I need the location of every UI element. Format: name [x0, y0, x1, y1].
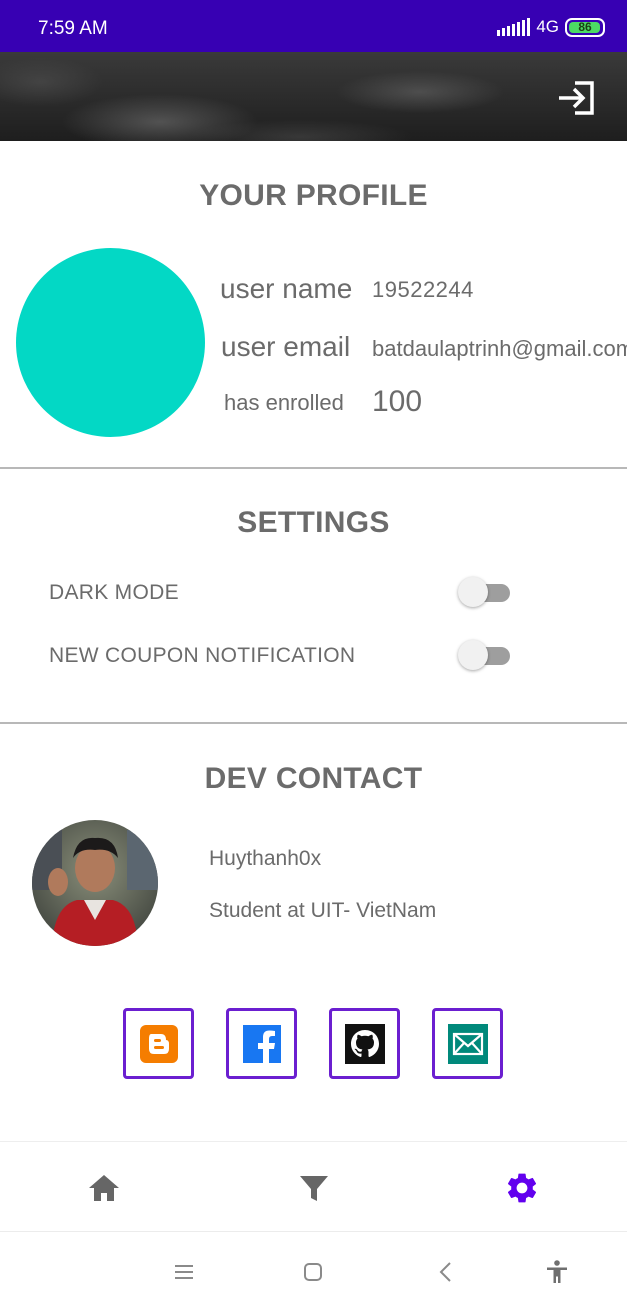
filter-icon[interactable]	[296, 1170, 332, 1206]
email-button[interactable]	[432, 1008, 503, 1079]
avatar	[16, 248, 205, 437]
status-bar: 7:59 AM 4G 86	[0, 0, 627, 52]
home-icon[interactable]	[86, 1170, 122, 1206]
email-label: user email	[221, 331, 351, 362]
email-icon	[447, 1023, 488, 1064]
back-icon[interactable]	[432, 1258, 460, 1286]
username-value: 19522244	[372, 277, 474, 302]
facebook-button[interactable]	[226, 1008, 297, 1079]
header-banner	[0, 52, 627, 141]
github-icon	[344, 1023, 385, 1064]
enrolled-label: has enrolled	[224, 390, 344, 415]
coupon-notification-toggle[interactable]	[458, 638, 510, 672]
blogger-icon	[139, 1024, 178, 1063]
email-value: batdaulaptrinh@gmail.com	[372, 336, 627, 361]
home-button-icon[interactable]	[299, 1258, 327, 1286]
divider	[0, 467, 627, 469]
dev-name: Huythanh0x	[209, 847, 322, 870]
divider	[0, 722, 627, 724]
bottom-navigation	[0, 1141, 627, 1231]
status-time: 7:59 AM	[38, 18, 108, 39]
blogger-button[interactable]	[123, 1008, 194, 1079]
status-icons: 4G 86	[497, 17, 605, 37]
settings-icon[interactable]	[504, 1170, 540, 1206]
dev-avatar	[32, 820, 158, 946]
dev-bio: Student at UIT- VietNam	[209, 899, 437, 922]
github-button[interactable]	[329, 1008, 400, 1079]
menu-icon[interactable]	[170, 1258, 198, 1286]
battery-level: 86	[578, 20, 592, 34]
dark-mode-toggle[interactable]	[458, 575, 510, 609]
accessibility-icon[interactable]	[543, 1258, 571, 1286]
network-type: 4G	[536, 17, 559, 36]
dev-contact-title: DEV CONTACT	[204, 762, 423, 795]
dark-mode-label: DARK MODE	[49, 581, 179, 604]
profile-title: YOUR PROFILE	[199, 179, 428, 212]
signal-icon	[497, 18, 531, 36]
battery-icon: 86	[565, 17, 605, 37]
username-label: user name	[220, 273, 353, 304]
logout-icon[interactable]	[557, 80, 597, 116]
settings-title: SETTINGS	[237, 506, 390, 539]
facebook-icon	[242, 1024, 281, 1063]
enrolled-value: 100	[372, 385, 423, 418]
system-navigation	[0, 1231, 627, 1306]
coupon-notification-label: NEW COUPON NOTIFICATION	[49, 644, 356, 667]
